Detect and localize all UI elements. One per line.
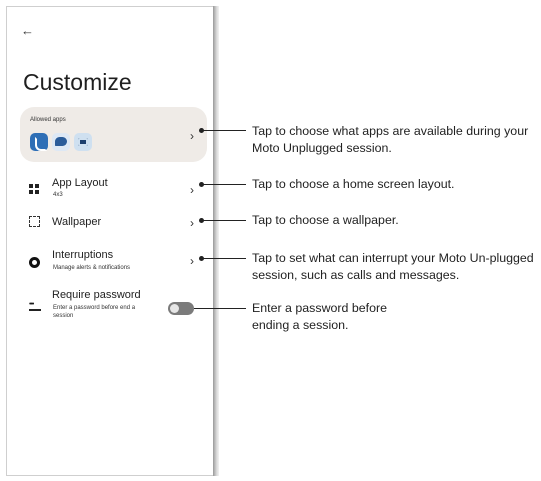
callout-text: Tap to choose a home screen layout. [252,177,455,191]
app-layout-value: 4x3 [53,192,63,198]
require-password-toggle[interactable] [168,302,194,315]
chevron-right-icon: › [190,254,194,268]
callout-line [202,220,246,221]
callout-line [202,258,246,259]
chevron-right-icon: › [190,183,194,197]
callout-line [202,184,246,185]
allowed-apps-label: Allowed apps [30,117,66,123]
callout-text: Enter a password before ending a session… [252,301,387,332]
callout-text: Tap to choose a wallpaper. [252,213,399,227]
messages-icon [52,133,70,151]
password-icon: ••• [29,301,41,311]
callout-line [194,308,246,309]
callout-text: Tap to set what can interrupt your Moto … [252,251,534,282]
camera-icon [74,133,92,151]
phone-edge [213,6,219,476]
app-layout-label: App Layout [52,177,108,189]
phone-screen: ← Customize Allowed apps › App Layout 4x… [6,6,214,476]
phone-icon [30,133,48,151]
back-arrow-icon[interactable]: ← [21,23,34,38]
allowed-apps-card[interactable]: Allowed apps › [20,107,207,162]
interruptions-label: Interruptions [52,249,114,261]
chevron-right-icon: › [190,216,194,230]
chevron-right-icon: › [190,129,194,143]
interruptions-sublabel: Manage alerts & notifications [53,265,131,271]
require-password-label: Require password [52,289,141,301]
interruptions-icon [29,257,40,268]
page-title: Customize [23,69,132,95]
wallpaper-icon [29,216,40,227]
callout-text: Tap to choose what apps are available du… [252,124,529,155]
require-password-sublabel: Enter a password before end a session [53,305,136,319]
app-layout-icon [29,184,39,194]
callout-line [202,130,246,131]
wallpaper-label: Wallpaper [52,216,102,228]
